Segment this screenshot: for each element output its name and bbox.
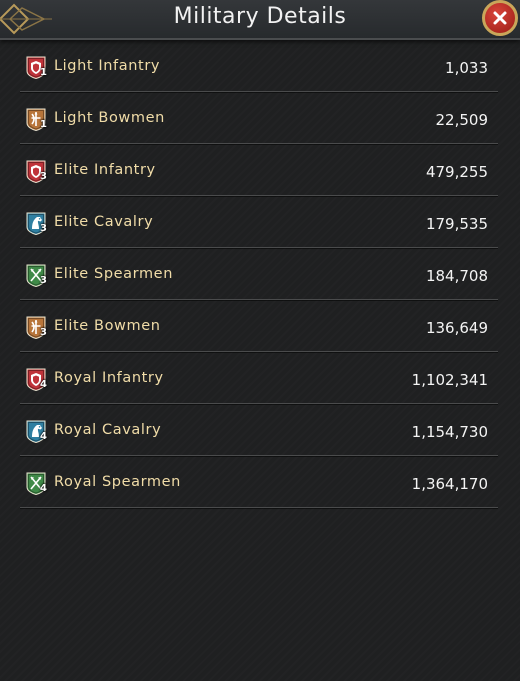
unit-name: Elite Spearmen <box>54 266 173 282</box>
page-title: Military Details <box>173 4 347 29</box>
unit-count: 1,154,730 <box>411 423 488 441</box>
tier-label: 3 <box>40 327 47 338</box>
unit-name: Elite Cavalry <box>54 214 154 230</box>
unit-count: 1,102,341 <box>411 371 488 389</box>
unit-count: 479,255 <box>425 163 488 181</box>
close-button[interactable] <box>482 0 518 36</box>
title-bar: Military Details <box>0 0 520 40</box>
unit-row: 3 Elite Bowmen 136,649 <box>20 300 498 352</box>
unit-row: 4 Royal Cavalry 1,154,730 <box>20 404 498 456</box>
unit-row: 4 Royal Infantry 1,102,341 <box>20 352 498 404</box>
unit-count: 1,364,170 <box>411 475 488 493</box>
unit-name: Royal Cavalry <box>54 422 162 438</box>
unit-row: 1 Light Infantry 1,033 <box>20 40 498 92</box>
unit-name: Elite Bowmen <box>54 318 161 334</box>
unit-name: Light Infantry <box>54 58 161 74</box>
tier-label: 1 <box>40 67 47 78</box>
unit-name: Light Bowmen <box>54 110 165 126</box>
unit-row: 3 Elite Infantry 479,255 <box>20 144 498 196</box>
unit-count: 179,535 <box>425 215 488 233</box>
unit-row: 1 Light Bowmen 22,509 <box>20 92 498 144</box>
unit-name: Royal Spearmen <box>54 474 181 490</box>
tier-label: 3 <box>40 275 47 286</box>
tier-label: 3 <box>40 223 47 234</box>
unit-name: Elite Infantry <box>54 162 156 178</box>
unit-name: Royal Infantry <box>54 370 164 386</box>
unit-count: 136,649 <box>425 319 488 337</box>
tier-label: 1 <box>40 119 47 130</box>
unit-count: 184,708 <box>425 267 488 285</box>
unit-row: 3 Elite Spearmen 184,708 <box>20 248 498 300</box>
close-icon <box>493 11 507 25</box>
unit-row: 4 Royal Spearmen 1,364,170 <box>20 456 498 508</box>
unit-count: 22,509 <box>435 111 489 129</box>
tier-label: 4 <box>40 431 47 442</box>
tier-label: 4 <box>40 379 47 390</box>
tier-label: 3 <box>40 171 47 182</box>
unit-list: 1 Light Infantry 1,033 1 Light Bowmen 22… <box>20 40 498 508</box>
unit-row: 3 Elite Cavalry 179,535 <box>20 196 498 248</box>
tier-label: 4 <box>40 483 47 494</box>
unit-count: 1,033 <box>445 59 488 77</box>
